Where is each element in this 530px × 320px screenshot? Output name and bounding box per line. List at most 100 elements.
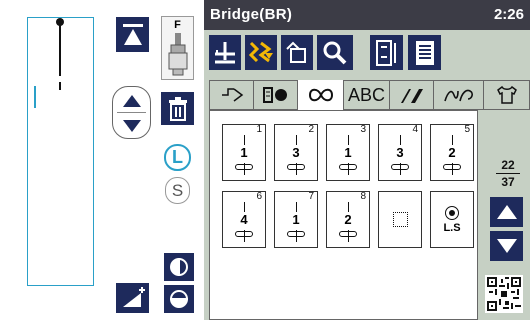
stitch-line xyxy=(296,202,297,212)
qr-code-icon xyxy=(487,277,521,311)
tab-satin[interactable] xyxy=(390,80,434,110)
clock: 2:26 xyxy=(493,6,524,23)
tab-motif[interactable] xyxy=(484,80,530,110)
stitch-bartack-icon xyxy=(235,231,253,237)
tab-buttonhole[interactable] xyxy=(298,80,344,110)
stitch-line xyxy=(59,82,61,90)
qr-code[interactable] xyxy=(485,275,523,313)
stitch-bartack-icon xyxy=(339,231,357,237)
stitch-tile[interactable]: 71 xyxy=(274,191,318,248)
layout-button[interactable] xyxy=(370,35,403,70)
stitch-line xyxy=(244,135,245,145)
stitch-preview-panel xyxy=(27,17,94,286)
stitch-bartack-icon xyxy=(391,164,409,170)
undo-icon xyxy=(286,41,306,63)
header-bar: Bridge(BR) 2:26 xyxy=(204,0,530,30)
stitch-number: 5 xyxy=(464,124,470,135)
stitch-number: 2 xyxy=(308,124,314,135)
preview-scroll-control[interactable] xyxy=(112,86,151,139)
stitch-tile[interactable]: 64 xyxy=(222,191,266,248)
tab-utility[interactable] xyxy=(210,80,254,110)
dotted-box-icon xyxy=(393,212,408,227)
stitch-number: 8 xyxy=(360,191,366,202)
page-total: 37 xyxy=(501,175,515,189)
stitch-bartack-icon xyxy=(287,164,305,170)
stitch-number: 7 xyxy=(308,191,314,202)
presser-foot-icon xyxy=(168,33,188,76)
page-down-button[interactable] xyxy=(490,231,523,261)
utility-stitch-icon xyxy=(221,88,243,102)
stitch-bartack-icon xyxy=(287,231,305,237)
layout-icon xyxy=(375,39,396,66)
undo-button[interactable] xyxy=(281,35,313,70)
stitch-label: L.S xyxy=(443,222,461,234)
stitch-width-value: 2 xyxy=(448,145,456,160)
page-up-button[interactable] xyxy=(490,197,523,227)
arrow-down-icon xyxy=(496,239,517,253)
search-button[interactable] xyxy=(317,35,353,70)
decorative-stitch-icon xyxy=(443,89,473,102)
stitch-width-value: 1 xyxy=(344,145,352,160)
stitch-number: 3 xyxy=(360,124,366,135)
target-circle-icon xyxy=(445,206,459,220)
stitch-tile[interactable]: 31 xyxy=(326,124,370,181)
tab-letters[interactable]: ABC xyxy=(344,80,390,110)
arrow-down-icon[interactable] xyxy=(123,120,141,132)
stitch-tile[interactable]: 23 xyxy=(274,124,318,181)
stitch-width-value: 4 xyxy=(240,212,248,227)
applique-stitch-icon xyxy=(262,87,287,103)
mirror-horizontal-button[interactable] xyxy=(164,253,194,281)
stitch-tile[interactable]: 43 xyxy=(378,124,422,181)
stitch-line xyxy=(348,135,349,145)
trash-icon xyxy=(168,96,187,121)
needle-position-icon xyxy=(215,41,235,63)
stitch-combine-icon xyxy=(248,41,273,62)
memory-button[interactable] xyxy=(408,35,441,70)
stitch-tile[interactable]: 11 xyxy=(222,124,266,181)
page-title: Bridge(BR) xyxy=(210,6,293,23)
stitch-width-value: 1 xyxy=(292,212,300,227)
text-cursor xyxy=(34,86,36,108)
edit-button[interactable] xyxy=(209,35,241,70)
stitch-line xyxy=(400,135,401,145)
adjust-plus-icon xyxy=(122,287,145,307)
arrow-up-icon[interactable] xyxy=(123,95,141,107)
stitch-tile[interactable] xyxy=(378,191,422,248)
page-current: 22 xyxy=(501,158,515,172)
stitch-tile[interactable]: L.S xyxy=(430,191,474,248)
stitch-bartack-icon xyxy=(235,164,253,170)
stitch-width-value: 2 xyxy=(344,212,352,227)
size-large-button[interactable]: L xyxy=(164,144,191,171)
mirror-vertical-button[interactable] xyxy=(164,285,194,313)
page-divider xyxy=(496,173,520,174)
pattern-start-button[interactable] xyxy=(116,17,149,52)
stitch-tile[interactable]: 52 xyxy=(430,124,474,181)
arrow-up-icon xyxy=(496,205,517,219)
stitch-line xyxy=(348,202,349,212)
tab-decorative[interactable] xyxy=(434,80,484,110)
stitch-number: 1 xyxy=(256,124,262,135)
stitch-bartack-icon xyxy=(443,164,461,170)
delete-button[interactable] xyxy=(161,92,194,125)
memory-icon xyxy=(415,40,434,65)
stitch-line xyxy=(244,202,245,212)
stitch-line xyxy=(296,135,297,145)
stitch-bartack-icon xyxy=(339,164,357,170)
stitch-number: 6 xyxy=(256,191,262,202)
stitch-width-value: 3 xyxy=(292,145,300,160)
jump-to-start-icon xyxy=(122,23,143,45)
stitch-tile[interactable]: 82 xyxy=(326,191,370,248)
stitch-number: 4 xyxy=(412,124,418,135)
search-icon xyxy=(323,41,347,64)
mirror-vertical-icon xyxy=(170,290,188,308)
stitch-adjust-button[interactable] xyxy=(116,283,149,313)
combine-button[interactable] xyxy=(245,35,277,70)
presser-foot-indicator: F xyxy=(161,16,194,80)
shirt-icon xyxy=(497,85,517,104)
size-small-button[interactable]: S xyxy=(165,177,190,204)
stitch-line xyxy=(59,24,61,76)
stitch-width-value: 3 xyxy=(396,145,404,160)
tab-applique[interactable] xyxy=(254,80,298,110)
stitch-line xyxy=(452,135,453,145)
buttonhole-icon xyxy=(308,88,333,102)
